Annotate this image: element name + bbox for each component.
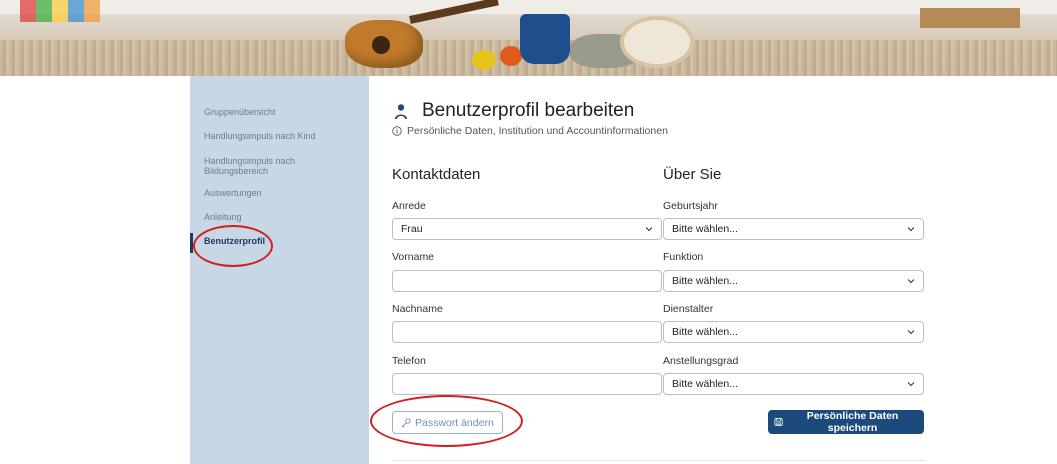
dienstalter-value: Bitte wählen... <box>672 326 738 338</box>
divider <box>392 460 924 461</box>
chevron-down-icon <box>907 330 915 335</box>
save-personal-data-label: Persönliche Daten speichern <box>806 410 899 434</box>
header-banner-image <box>0 0 1057 76</box>
info-icon <box>392 126 402 136</box>
anrede-select[interactable]: Frau <box>392 218 662 240</box>
chevron-down-icon <box>907 227 915 232</box>
telefon-label: Telefon <box>392 355 426 367</box>
page-title-text: Benutzerprofil bearbeiten <box>422 100 635 121</box>
dienstalter-select[interactable]: Bitte wählen... <box>663 321 924 343</box>
section-title-ueber-sie: Über Sie <box>663 166 722 183</box>
anstellungsgrad-label: Anstellungsgrad <box>663 355 739 367</box>
sidebar-item-gruppenuebersicht[interactable]: Gruppenübersicht <box>204 107 354 117</box>
funktion-select[interactable]: Bitte wählen... <box>663 270 924 292</box>
anstellungsgrad-select[interactable]: Bitte wählen... <box>663 373 924 395</box>
funktion-label: Funktion <box>663 251 704 263</box>
sidebar-item-anleitung[interactable]: Anleitung <box>204 212 354 222</box>
sidebar-item-handlungsimpuls-kind[interactable]: Handlungsimpuls nach Kind <box>204 131 354 141</box>
save-icon <box>774 417 783 427</box>
page-title: Benutzerprofil bearbeiten <box>392 100 634 122</box>
nachname-input[interactable] <box>392 321 662 343</box>
dienstalter-label: Dienstalter <box>663 303 714 315</box>
section-title-kontaktdaten: Kontaktdaten <box>392 166 481 183</box>
anrede-value: Frau <box>401 223 423 235</box>
user-icon <box>395 104 407 119</box>
nachname-label: Nachname <box>392 303 443 315</box>
chevron-down-icon <box>645 227 653 232</box>
sidebar: Gruppenübersicht Handlungsimpuls nach Ki… <box>190 76 369 464</box>
page-subtitle: Persönliche Daten, Institution und Accou… <box>392 125 668 137</box>
geburtsjahr-label: Geburtsjahr <box>663 200 718 212</box>
funktion-value: Bitte wählen... <box>672 275 738 287</box>
sidebar-item-auswertungen[interactable]: Auswertungen <box>204 188 354 198</box>
change-password-button[interactable]: Passwort ändern <box>392 411 503 434</box>
anstellungsgrad-value: Bitte wählen... <box>672 378 738 390</box>
telefon-input[interactable] <box>392 373 662 395</box>
key-icon <box>401 417 411 427</box>
chevron-down-icon <box>907 279 915 284</box>
anrede-label: Anrede <box>392 200 426 212</box>
page-subtitle-text: Persönliche Daten, Institution und Accou… <box>407 125 668 137</box>
sidebar-item-benutzerprofil[interactable]: Benutzerprofil <box>204 236 354 246</box>
vorname-input[interactable] <box>392 270 662 292</box>
change-password-label: Passwort ändern <box>415 416 494 429</box>
active-indicator <box>190 233 193 253</box>
sidebar-item-handlungsimpuls-bildungsbereich[interactable]: Handlungsimpuls nach Bildungsbereich <box>204 156 314 176</box>
geburtsjahr-value: Bitte wählen... <box>672 223 738 235</box>
chevron-down-icon <box>907 382 915 387</box>
vorname-label: Vorname <box>392 251 435 263</box>
save-personal-data-button[interactable]: Persönliche Daten speichern <box>768 410 924 434</box>
geburtsjahr-select[interactable]: Bitte wählen... <box>663 218 924 240</box>
